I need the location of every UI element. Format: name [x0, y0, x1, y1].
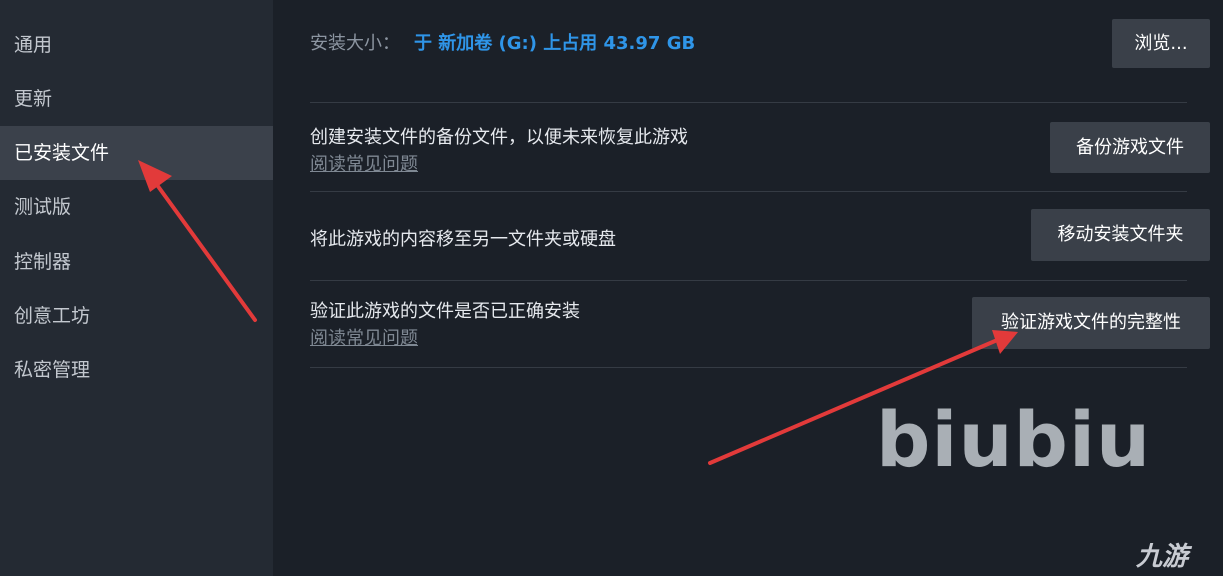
divider: [310, 280, 1187, 281]
move-description: 将此游戏的内容移至另一文件夹或硬盘: [310, 229, 616, 250]
move-install-folder-button[interactable]: 移动安装文件夹: [1031, 209, 1210, 261]
divider: [310, 367, 1187, 368]
divider: [310, 102, 1187, 103]
sidebar-item-workshop[interactable]: 创意工坊: [0, 289, 273, 343]
verify-description: 验证此游戏的文件是否已正确安装: [310, 301, 580, 322]
sidebar-item-privacy[interactable]: 私密管理: [0, 343, 273, 397]
backup-game-files-button[interactable]: 备份游戏文件: [1050, 122, 1210, 173]
install-size-value: 于 新加卷 (G:) 上占用 43.97 GB: [414, 33, 696, 54]
backup-faq-link[interactable]: 阅读常见问题: [310, 150, 418, 176]
backup-description: 创建安装文件的备份文件，以便未来恢复此游戏: [310, 127, 688, 148]
sidebar-item-general[interactable]: 通用: [0, 18, 273, 72]
installed-files-panel: 安装大小： 于 新加卷 (G:) 上占用 43.97 GB 浏览... 创建安装文…: [273, 0, 1223, 576]
sidebar-item-betas[interactable]: 测试版: [0, 180, 273, 234]
settings-sidebar: 通用 更新 已安装文件 测试版 控制器 创意工坊 私密管理: [0, 0, 273, 576]
install-size-label: 安装大小：: [310, 33, 400, 54]
browse-button[interactable]: 浏览...: [1112, 19, 1210, 68]
verify-integrity-button[interactable]: 验证游戏文件的完整性: [972, 297, 1210, 349]
install-size-row: 安装大小： 于 新加卷 (G:) 上占用 43.97 GB: [310, 26, 695, 62]
verify-faq-link[interactable]: 阅读常见问题: [310, 324, 418, 350]
sidebar-item-installed-files[interactable]: 已安装文件: [0, 126, 273, 180]
sidebar-item-updates[interactable]: 更新: [0, 72, 273, 126]
divider: [310, 191, 1187, 192]
sidebar-item-controller[interactable]: 控制器: [0, 235, 273, 289]
